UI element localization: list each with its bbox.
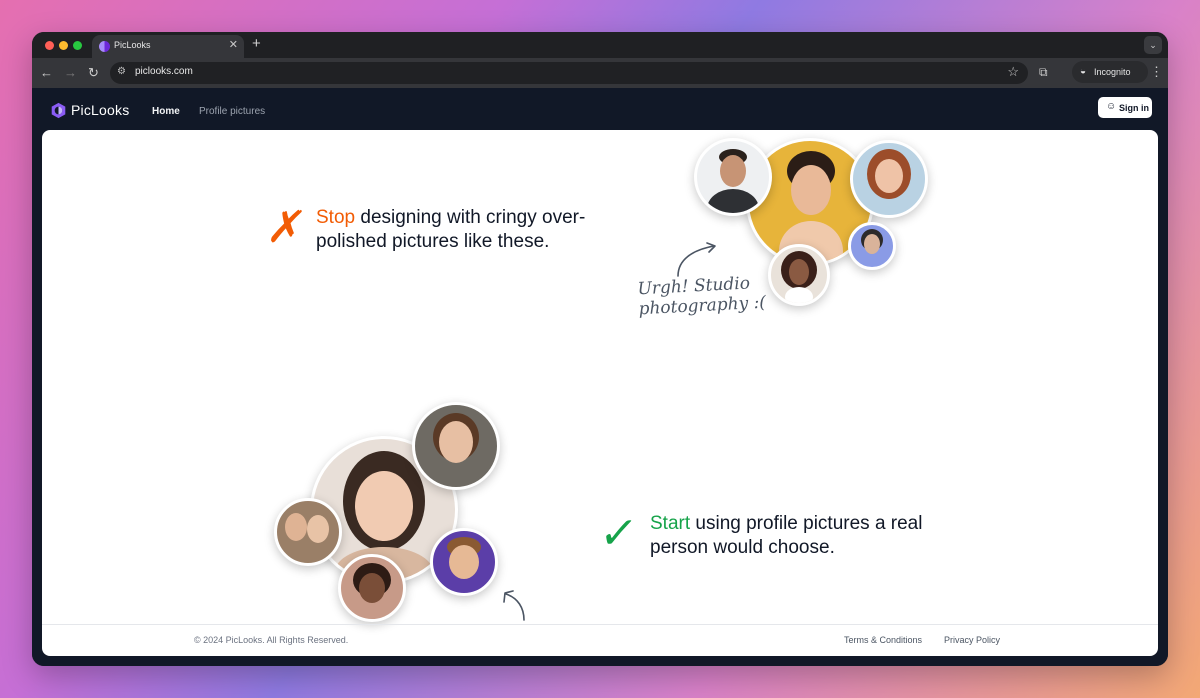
sign-in-label: Sign in: [1119, 103, 1149, 113]
main-content: ✗ Stop designing with cringy over-polish…: [42, 130, 1158, 656]
stop-headline: Stop designing with cringy over-polished…: [316, 206, 626, 254]
browser-tab[interactable]: PicLooks ✕: [92, 35, 244, 58]
sign-in-button[interactable]: ☺ Sign in: [1098, 97, 1152, 118]
cross-icon: ✗: [263, 202, 310, 253]
web-page: PicLooks Home Profile pictures ☺ Sign in…: [32, 88, 1168, 666]
terms-link[interactable]: Terms & Conditions: [844, 635, 922, 645]
studio-photo-small-blue: [848, 222, 896, 270]
incognito-badge[interactable]: ◒ Incognito: [1072, 61, 1148, 83]
privacy-link[interactable]: Privacy Policy: [944, 635, 1000, 645]
site-info-icon[interactable]: ⚙: [117, 66, 126, 77]
menu-icon[interactable]: ⋮: [1150, 64, 1163, 80]
browser-toolbar: ← → ↻ ⚙ piclooks.com ☆ ⧉ ◒ Incognito ⋮: [32, 58, 1168, 88]
minimize-window-button[interactable]: [59, 41, 68, 50]
start-headline-text: using profile pictures a real person wou…: [650, 513, 923, 558]
checkmark-icon: ✓: [596, 508, 641, 559]
casual-photo-couple: [274, 498, 342, 566]
reload-icon[interactable]: ↻: [88, 64, 99, 82]
incognito-label: Incognito: [1094, 67, 1131, 77]
stop-accent-word: Stop: [316, 207, 356, 228]
extensions-icon[interactable]: ⧉: [1039, 65, 1048, 80]
start-accent-word: Start: [650, 513, 691, 534]
stop-headline-text: designing with cringy over-polished pict…: [316, 207, 586, 252]
tab-strip: PicLooks ✕ + ⌄: [32, 32, 1168, 58]
maximize-window-button[interactable]: [73, 41, 82, 50]
studio-photo-curly-hair: [768, 244, 830, 306]
back-icon[interactable]: ←: [40, 64, 53, 82]
brand-name[interactable]: PicLooks: [71, 102, 129, 118]
studio-photo-man-suit: [694, 138, 772, 216]
tab-title: PicLooks: [114, 40, 151, 50]
casual-photo-girl: [338, 554, 406, 622]
url-text[interactable]: piclooks.com: [135, 66, 193, 77]
forward-icon[interactable]: →: [64, 64, 77, 82]
close-window-button[interactable]: [45, 41, 54, 50]
casual-photo-glasses: [412, 402, 500, 490]
star-icon[interactable]: ☆: [1007, 64, 1019, 80]
piclooks-logo-icon[interactable]: [50, 102, 67, 119]
curved-arrow-icon: [677, 242, 716, 277]
incognito-icon: ◒: [1080, 66, 1087, 77]
new-tab-icon[interactable]: +: [252, 35, 261, 53]
tab-dropdown-icon[interactable]: ⌄: [1144, 36, 1162, 54]
nav-profile-pictures-link[interactable]: Profile pictures: [199, 106, 265, 117]
address-bar[interactable]: ⚙ piclooks.com ☆: [110, 62, 1028, 84]
tab-close-icon[interactable]: ✕: [229, 38, 238, 51]
smiley-icon: ☺: [1106, 101, 1117, 112]
page-footer: © 2024 PicLooks. All Rights Reserved. Te…: [42, 624, 1158, 656]
curved-arrow-up-icon: [503, 590, 525, 621]
casual-photo-laughing-man: [430, 528, 498, 596]
browser-window: PicLooks ✕ + ⌄ ← → ↻ ⚙ piclooks.com ☆ ⧉ …: [32, 32, 1168, 666]
nav-home-link[interactable]: Home: [152, 106, 180, 117]
start-headline: Start using profile pictures a real pers…: [650, 512, 940, 560]
favicon-icon: [99, 41, 110, 52]
copyright-text: © 2024 PicLooks. All Rights Reserved.: [194, 635, 349, 645]
handwritten-note: Urgh! Studio photography :(: [637, 273, 766, 319]
studio-photo-redhead: [850, 140, 928, 218]
